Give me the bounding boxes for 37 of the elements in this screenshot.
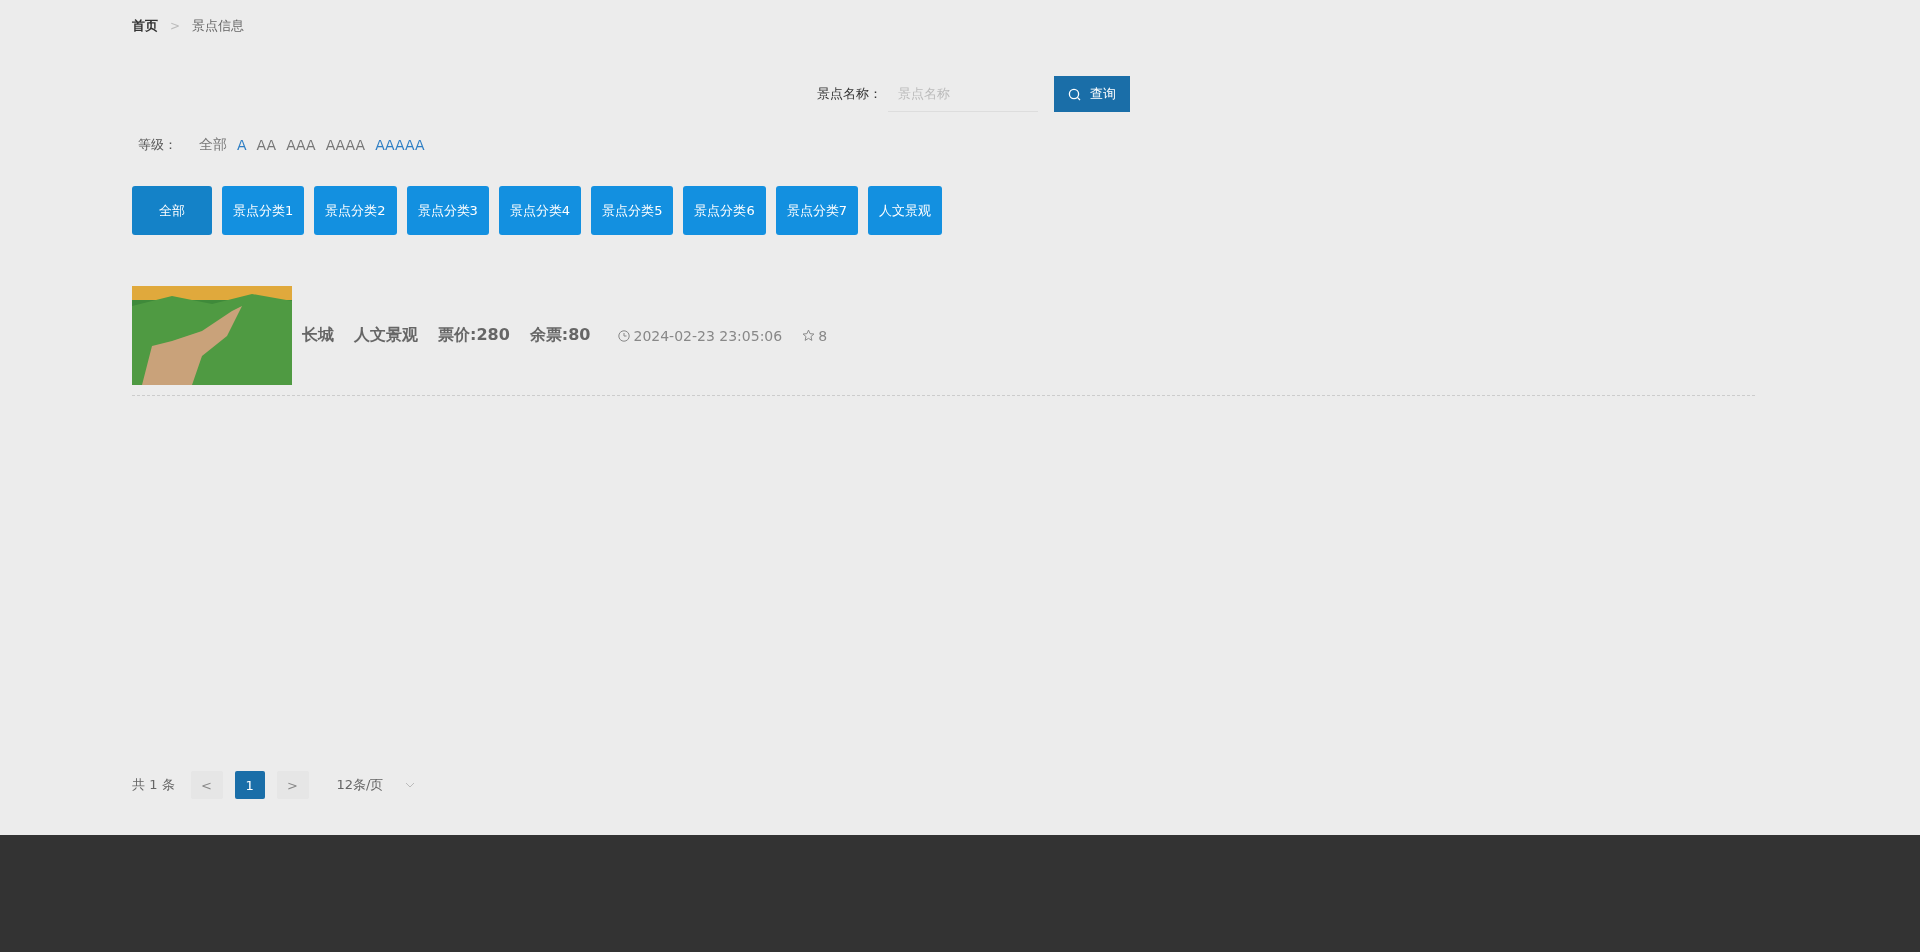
category-button[interactable]: 景点分类7 [775,186,858,235]
current-page-text: 景点信息 [192,17,245,35]
level-option[interactable]: A [237,137,247,153]
category-button[interactable]: 全部 [132,186,212,235]
level-option[interactable]: AAAA [325,137,366,153]
level-option[interactable]: AAA [286,137,316,153]
category-button[interactable]: 景点分类5 [591,186,674,235]
search-button[interactable]: 查询 [1054,76,1130,112]
category-button[interactable]: 人文景观 [867,186,942,235]
attraction-category: 人文景观 [354,325,418,346]
category-button[interactable]: 景点分类3 [406,186,489,235]
category-button[interactable]: 景点分类1 [222,186,305,235]
level-option[interactable]: AA [256,137,277,153]
level-label: 等级： [138,136,177,154]
category-button[interactable]: 景点分类2 [314,186,397,235]
search-icon [1068,87,1081,101]
breadcrumb-separator: > [170,19,181,33]
category-button[interactable]: 景点分类6 [683,186,766,235]
page-size-select[interactable]: 12条/页 [336,776,416,794]
publish-time: 2024-02-23 23:05:06 [633,327,783,344]
page-number-button[interactable]: 1 [234,771,265,799]
photo-placeholder[interactable] [132,286,292,385]
ticket-price: 票价:280 [438,325,510,346]
level-option[interactable]: 全部 [199,136,227,154]
chevron-down-icon [405,782,416,788]
level-option[interactable]: AAAAA [375,137,425,153]
tickets-remaining: 余票:80 [529,325,591,346]
previous-page-button[interactable]: < [190,771,223,799]
next-page-button[interactable]: > [276,771,309,799]
clock-icon [618,329,631,342]
category-button[interactable]: 景点分类4 [498,186,582,235]
star-icon [802,329,816,342]
favorite-count: 8 [818,327,828,344]
total-count: 共 1 条 [132,776,175,794]
attraction-name[interactable]: 长城 [302,325,334,346]
search-label: 景点名称： [817,85,882,103]
breadcrumb-link[interactable]: 首页 [132,17,158,35]
